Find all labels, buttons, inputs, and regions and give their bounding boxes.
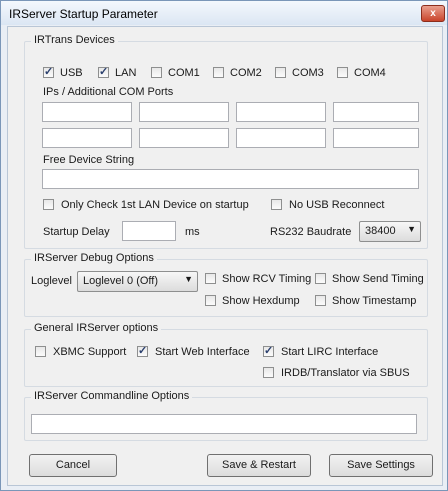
show-send-timing-label: Show Send Timing [332,273,424,285]
dialog-client: IRTrans Devices USB LAN COM1 COM2 COM3 C… [7,26,443,486]
usb-label: USB [60,67,83,79]
show-timestamp-label: Show Timestamp [332,295,417,307]
ip-field-5[interactable] [42,128,132,148]
ip-field-8[interactable] [333,128,419,148]
close-button[interactable]: x [421,5,445,22]
loglevel-dropdown[interactable]: Loglevel 0 (Off) ▼ [77,271,198,292]
com4-checkbox[interactable] [337,67,348,78]
loglevel-label: Loglevel [31,275,72,287]
baudrate-value: 38400 [365,225,396,237]
show-rcv-timing-label: Show RCV Timing [222,273,312,285]
free-device-label: Free Device String [43,154,135,166]
start-web-interface-checkbox[interactable] [137,344,148,357]
free-device-field[interactable] [42,169,419,189]
group-title: IRTrans Devices [31,34,118,46]
ips-label: IPs / Additional COM Ports [43,86,174,98]
show-hexdump-label: Show Hexdump [222,295,300,307]
no-usb-reconnect-checkbox[interactable] [271,199,282,210]
startup-delay-label: Startup Delay [43,226,110,238]
xbmc-support-label: XBMC Support [53,346,127,358]
save-restart-button[interactable]: Save & Restart [207,454,311,477]
irtrans-devices-group: IRTrans Devices USB LAN COM1 COM2 COM3 C… [24,34,428,249]
only-check-lan-label: Only Check 1st LAN Device on startup [61,199,249,211]
ip-field-4[interactable] [333,102,419,122]
com2-checkbox[interactable] [213,67,224,78]
lan-checkbox[interactable] [98,65,109,78]
commandline-field[interactable] [31,414,417,434]
com1-checkbox[interactable] [151,67,162,78]
ip-field-2[interactable] [139,102,229,122]
save-settings-button[interactable]: Save Settings [329,454,433,477]
start-lirc-interface-label: Start LIRC Interface [281,346,379,358]
xbmc-support-checkbox[interactable] [35,346,46,357]
debug-options-group: IRServer Debug Options Loglevel Loglevel… [24,252,428,317]
group-title: IRServer Debug Options [31,252,157,264]
irdb-translator-label: IRDB/Translator via SBUS [281,367,410,379]
general-options-group: General IRServer options XBMC Support St… [24,322,428,387]
baudrate-label: RS232 Baudrate [270,226,352,238]
window-title: IRServer Startup Parameter [9,7,158,21]
show-timestamp-checkbox[interactable] [315,295,326,306]
commandline-group: IRServer Commandline Options [24,390,428,441]
start-lirc-interface-checkbox[interactable] [263,344,274,357]
chevron-down-icon: ▼ [407,224,416,234]
com3-checkbox[interactable] [275,67,286,78]
chevron-down-icon: ▼ [184,274,193,284]
ip-field-3[interactable] [236,102,326,122]
group-title: General IRServer options [31,322,162,334]
show-hexdump-checkbox[interactable] [205,295,216,306]
com4-label: COM4 [354,67,386,79]
startup-delay-field[interactable] [122,221,176,241]
title-bar[interactable]: IRServer Startup Parameter x [1,1,447,25]
no-usb-reconnect-label: No USB Reconnect [289,199,385,211]
ip-field-6[interactable] [139,128,229,148]
close-icon: x [430,8,436,19]
start-web-interface-label: Start Web Interface [155,346,250,358]
baudrate-dropdown[interactable]: 38400 ▼ [359,221,421,242]
group-title: IRServer Commandline Options [31,390,193,402]
irdb-translator-checkbox[interactable] [263,367,274,378]
cancel-button[interactable]: Cancel [29,454,117,477]
ip-field-1[interactable] [42,102,132,122]
com3-label: COM3 [292,67,324,79]
usb-checkbox[interactable] [43,65,54,78]
lan-label: LAN [115,67,137,79]
loglevel-value: Loglevel 0 (Off) [83,275,159,287]
com2-label: COM2 [230,67,262,79]
com1-label: COM1 [168,67,200,79]
show-send-timing-checkbox[interactable] [315,273,326,284]
ip-field-7[interactable] [236,128,326,148]
dialog-window: IRServer Startup Parameter x IRTrans Dev… [0,0,448,491]
only-check-lan-checkbox[interactable] [43,199,54,210]
show-rcv-timing-checkbox[interactable] [205,273,216,284]
startup-delay-unit: ms [185,226,200,238]
